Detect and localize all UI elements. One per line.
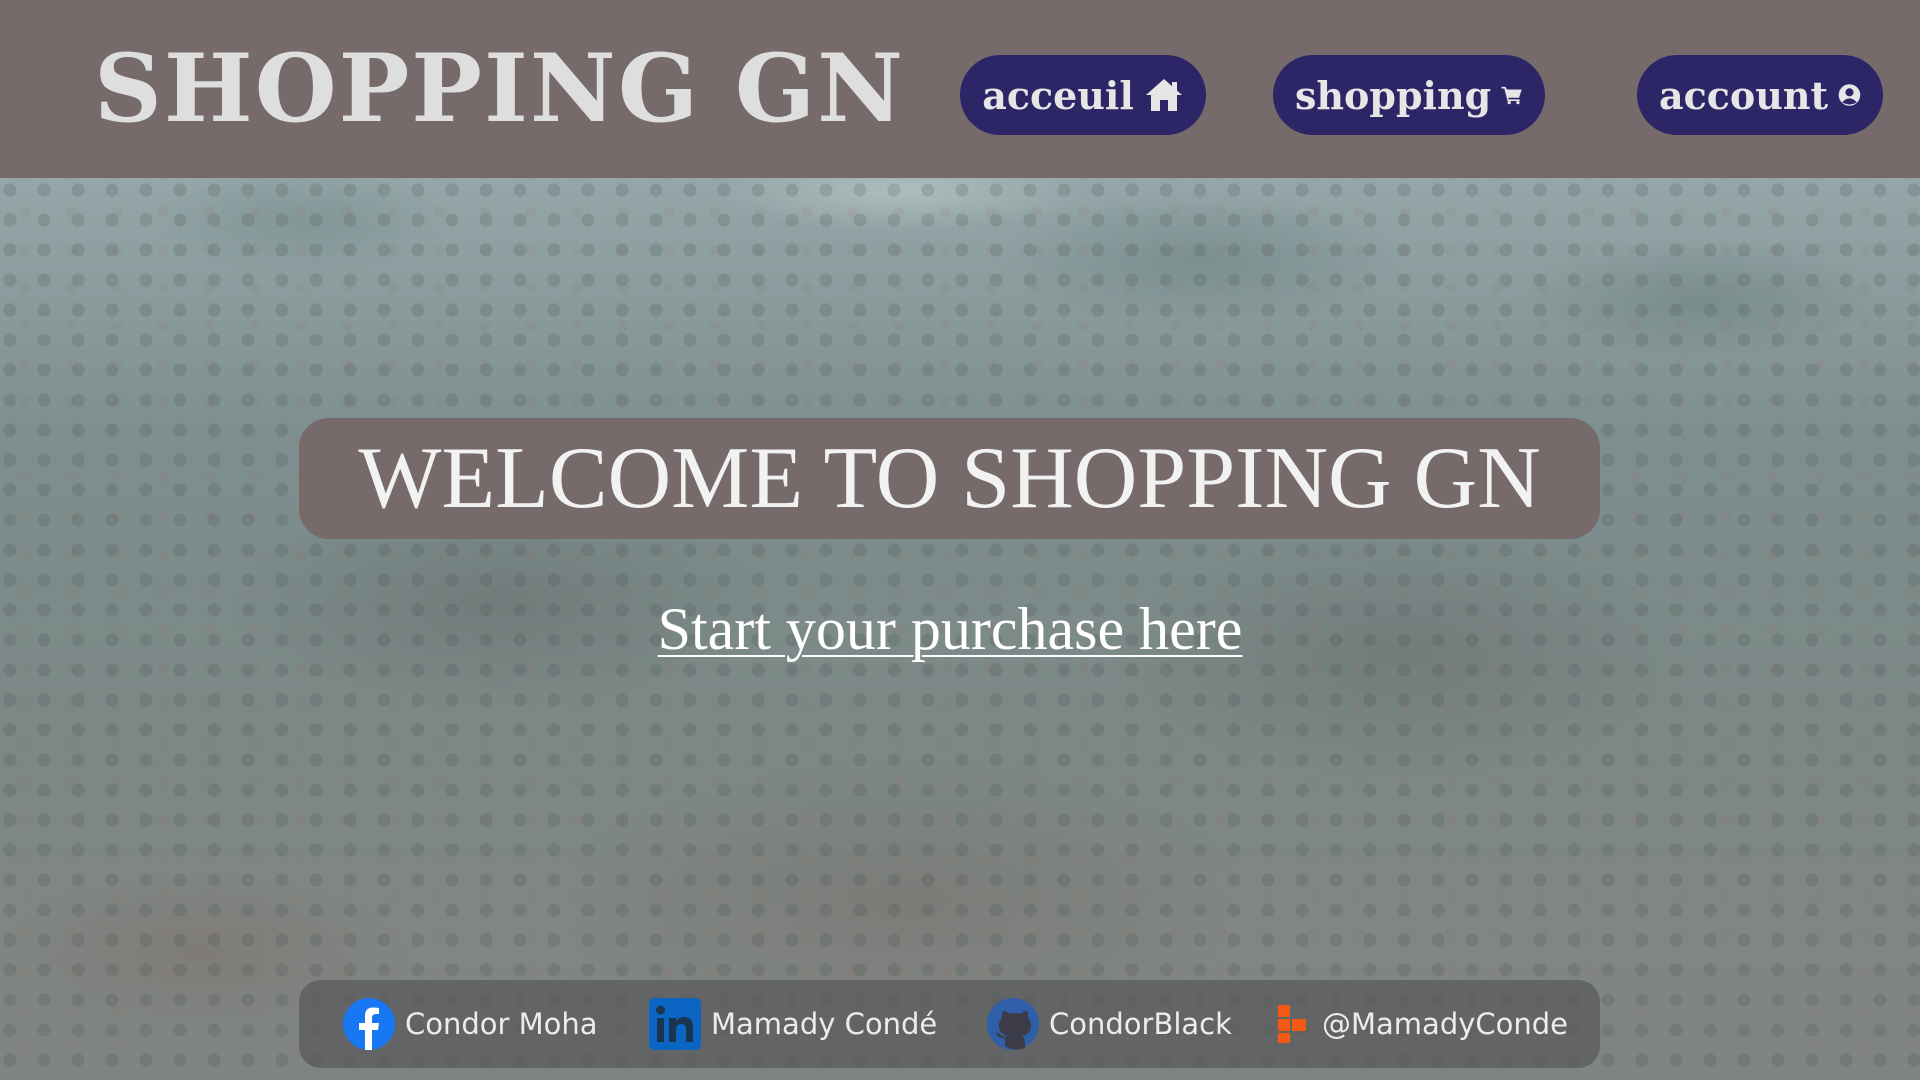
- welcome-banner: WELCOME TO SHOPPING GN: [299, 418, 1600, 539]
- linkedin-icon: [649, 998, 701, 1050]
- linkedin-link[interactable]: Mamady Condé: [649, 996, 937, 1052]
- nav-home-label: acceuil: [982, 72, 1134, 118]
- other-handle: @MamadyConde: [1322, 1007, 1569, 1041]
- other-social-link[interactable]: @MamadyConde: [1276, 996, 1568, 1052]
- github-link[interactable]: CondorBlack: [987, 996, 1232, 1052]
- linkedin-handle: Mamady Condé: [711, 1007, 938, 1041]
- cart-icon: [1501, 86, 1522, 105]
- home-icon: [1145, 79, 1182, 111]
- github-icon: [987, 998, 1039, 1050]
- facebook-icon: [343, 998, 395, 1050]
- nav-home-button[interactable]: acceuil: [960, 55, 1206, 135]
- github-handle: CondorBlack: [1049, 1007, 1232, 1041]
- nav-account-label: account: [1659, 72, 1829, 118]
- nav-shopping-button[interactable]: shopping: [1273, 55, 1545, 135]
- top-header: SHOPPING GN acceuil shopping account: [0, 0, 1920, 178]
- nav-account-button[interactable]: account: [1637, 55, 1883, 135]
- brand-title: SHOPPING GN: [94, 34, 906, 144]
- brand-icon: [1278, 1005, 1306, 1043]
- nav-shopping-label: shopping: [1295, 72, 1492, 118]
- start-purchase-link[interactable]: Start your purchase here: [658, 596, 1243, 662]
- facebook-link[interactable]: Condor Moha: [343, 996, 598, 1052]
- social-footer: Condor Moha Mamady Condé CondorBlack @Ma…: [299, 980, 1600, 1068]
- facebook-handle: Condor Moha: [405, 1007, 598, 1041]
- user-circle-icon: [1838, 84, 1861, 106]
- cta-container: Start your purchase here: [0, 595, 1900, 664]
